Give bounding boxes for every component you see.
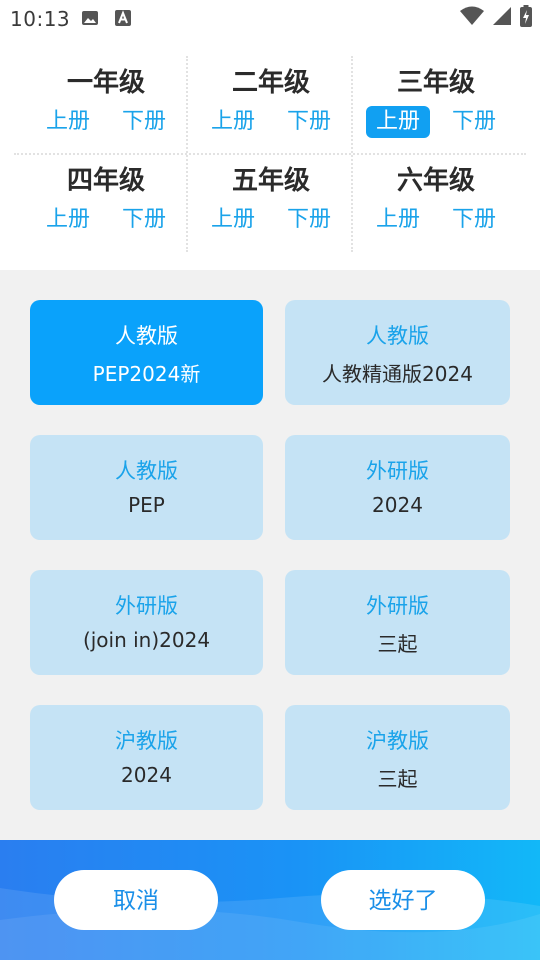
- edition-name: 外研版: [366, 594, 429, 618]
- grade-title: 六年级: [396, 166, 475, 196]
- grade-cell: 四年级上册 下册: [24, 154, 188, 252]
- volume-lower-option[interactable]: 下册: [277, 204, 341, 236]
- edition-subtitle: 人教精通版2024: [322, 362, 473, 386]
- status-time: 10:13: [10, 7, 71, 31]
- grade-grid: 一年级 上册 下册 二年级 上册 下册 三年级 上册 下册 四年级 上册 下册 五年级 上册 下册 六年级 上册…: [14, 56, 526, 252]
- signal-icon: [492, 6, 512, 30]
- grade-cell: 六年级上册 下册: [354, 154, 518, 252]
- grade-title: 二年级: [231, 68, 310, 98]
- volume-upper-option[interactable]: 上册: [36, 204, 100, 236]
- volume-options: 上册 下册: [354, 204, 518, 238]
- grade-title: 五年级: [231, 166, 310, 196]
- edition-subtitle: (join in)2024: [82, 628, 211, 652]
- volume-upper-option[interactable]: 上册: [201, 106, 265, 138]
- status-bar: 10:13: [0, 0, 540, 36]
- wifi-icon: [460, 6, 484, 30]
- edition-name: 人教版: [115, 324, 178, 348]
- edition-card[interactable]: 沪教版 2024: [30, 705, 263, 810]
- volume-options: 上册 下册: [189, 106, 353, 140]
- grade-title: 四年级: [66, 166, 145, 196]
- edition-card[interactable]: 外研版 2024: [285, 435, 510, 540]
- edition-name: 人教版: [366, 324, 429, 348]
- edition-card[interactable]: 外研版 三起: [285, 570, 510, 675]
- edition-name: 外研版: [366, 459, 429, 483]
- grade-title: 一年级: [66, 68, 145, 98]
- image-icon: [81, 9, 99, 31]
- grade-cell: 一年级上册 下册: [24, 56, 188, 154]
- confirm-button[interactable]: 选好了: [321, 870, 485, 930]
- edition-subtitle: PEP: [128, 493, 165, 517]
- volume-options: 上册 下册: [24, 204, 188, 238]
- edition-subtitle: PEP2024新: [92, 362, 201, 386]
- grade-cell: 二年级上册 下册: [189, 56, 353, 154]
- volume-upper-option[interactable]: 上册: [365, 106, 430, 138]
- volume-options: 上册 下册: [354, 106, 518, 140]
- edition-name: 沪教版: [115, 729, 178, 753]
- edition-subtitle: 三起: [377, 767, 418, 791]
- edition-list: 人教版 PEP2024新 人教版 人教精通版2024 人教版 PEP 外研版 2024 外研版(…: [0, 270, 540, 840]
- volume-upper-option[interactable]: 上册: [366, 204, 430, 236]
- cancel-button[interactable]: 取消: [54, 870, 218, 930]
- volume-lower-option[interactable]: 下册: [442, 204, 506, 236]
- a-text-icon: [115, 9, 131, 31]
- volume-upper-option[interactable]: 上册: [36, 106, 100, 138]
- volume-options: 上册 下册: [189, 204, 353, 238]
- grade-cell: 三年级上册 下册: [354, 56, 518, 154]
- edition-name: 沪教版: [366, 729, 429, 753]
- edition-card[interactable]: 人教版 PEP2024新: [30, 300, 263, 405]
- edition-card[interactable]: 人教版 PEP: [30, 435, 263, 540]
- edition-card[interactable]: 沪教版 三起: [285, 705, 510, 810]
- grade-cell: 五年级上册 下册: [189, 154, 353, 252]
- volume-lower-option[interactable]: 下册: [442, 106, 506, 138]
- edition-card[interactable]: 人教版人教精通版2024: [285, 300, 510, 405]
- edition-name: 外研版: [115, 594, 178, 618]
- battery-charging-icon: [520, 5, 532, 31]
- volume-lower-option[interactable]: 下册: [112, 204, 176, 236]
- edition-name: 人教版: [115, 459, 178, 483]
- volume-lower-option[interactable]: 下册: [112, 106, 176, 138]
- footer-bar: 取消 选好了: [0, 840, 540, 960]
- edition-subtitle: 2024: [121, 763, 172, 787]
- grade-title: 三年级: [396, 68, 475, 98]
- volume-lower-option[interactable]: 下册: [277, 106, 341, 138]
- edition-card[interactable]: 外研版 (join in)2024: [30, 570, 263, 675]
- edition-subtitle: 2024: [372, 493, 423, 517]
- volume-upper-option[interactable]: 上册: [201, 204, 265, 236]
- edition-subtitle: 三起: [377, 632, 418, 656]
- volume-options: 上册 下册: [24, 106, 188, 140]
